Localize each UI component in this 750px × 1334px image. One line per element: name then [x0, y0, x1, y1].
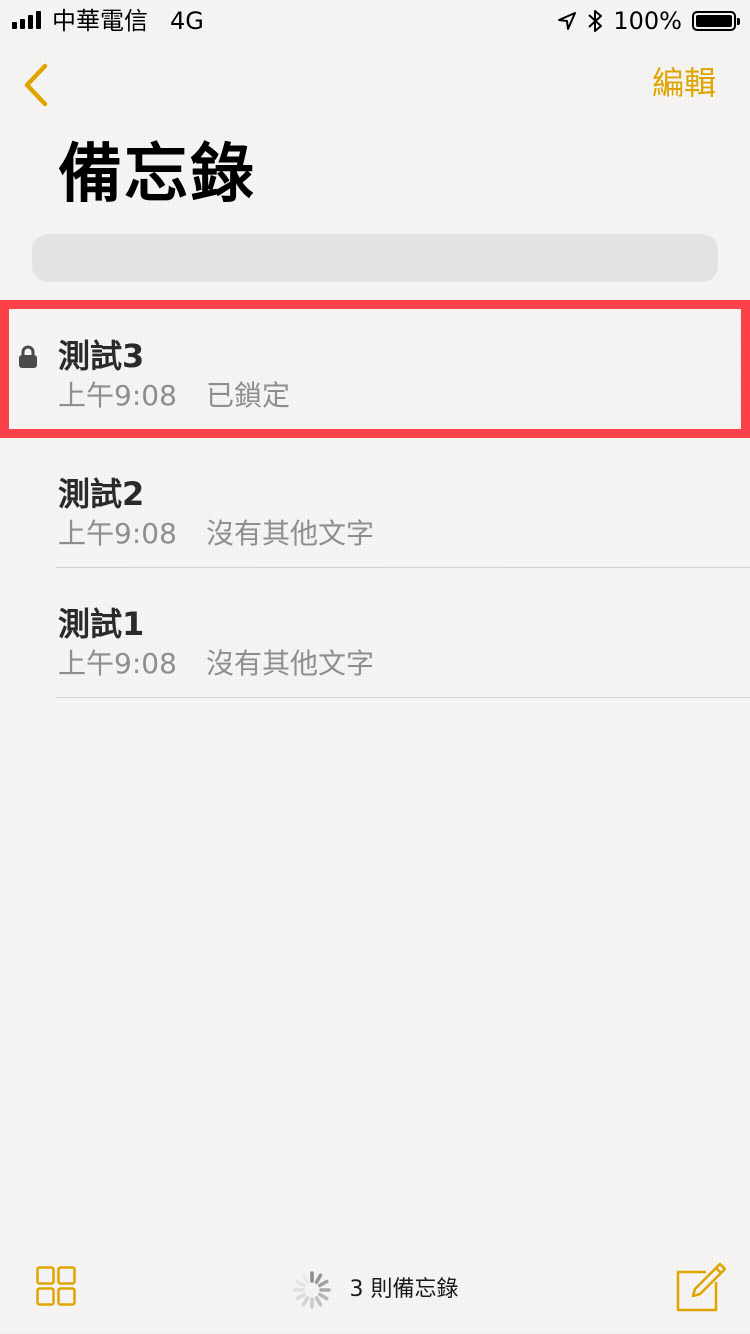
compose-icon [676, 1262, 727, 1312]
note-time: 上午9:08 [58, 647, 177, 680]
location-arrow-icon [558, 12, 577, 30]
note-preview: 沒有其他文字 [206, 647, 375, 680]
row-divider [56, 697, 750, 698]
note-title: 測試1 [58, 605, 145, 643]
battery-percent: 100% [613, 7, 682, 35]
notes-list: 測試3 上午9:08 已鎖定 測試2 上午9:08 沒有其他文字 測試1 上午9… [0, 300, 750, 698]
signal-icon [12, 11, 41, 29]
bottom-toolbar: 3 則備忘錄 [0, 1244, 750, 1334]
carrier-label: 中華電信 [52, 7, 148, 35]
status-right-group: 100% [557, 6, 740, 36]
search-bar[interactable] [32, 234, 718, 282]
note-time: 上午9:08 [58, 517, 177, 550]
compose-button[interactable] [676, 1262, 727, 1312]
note-title: 測試2 [58, 475, 145, 513]
lock-icon [19, 345, 37, 368]
battery-icon [692, 11, 740, 31]
note-count-label: 3 則備忘錄 [349, 1277, 459, 1302]
search-input[interactable] [32, 234, 718, 282]
network-label: 4G [170, 7, 204, 35]
chevron-left-icon [24, 63, 48, 107]
note-count: 3 則備忘錄 [0, 1271, 750, 1309]
page-title: 備忘錄 [58, 138, 256, 212]
spinner-icon [292, 1271, 331, 1309]
note-row-locked[interactable]: 測試3 上午9:08 已鎖定 [0, 300, 750, 438]
note-preview: 沒有其他文字 [206, 517, 375, 550]
note-row[interactable]: 測試1 上午9:08 沒有其他文字 [0, 568, 750, 698]
note-time: 上午9:08 [58, 379, 177, 412]
status-bar: 中華電信 4G 100% [0, 0, 750, 40]
back-button[interactable] [14, 58, 58, 112]
note-title: 測試3 [58, 337, 145, 375]
bluetooth-icon [588, 10, 603, 32]
note-preview: 已鎖定 [206, 379, 291, 412]
edit-button[interactable]: 編輯 [652, 58, 716, 108]
note-row[interactable]: 測試2 上午9:08 沒有其他文字 [0, 438, 750, 568]
